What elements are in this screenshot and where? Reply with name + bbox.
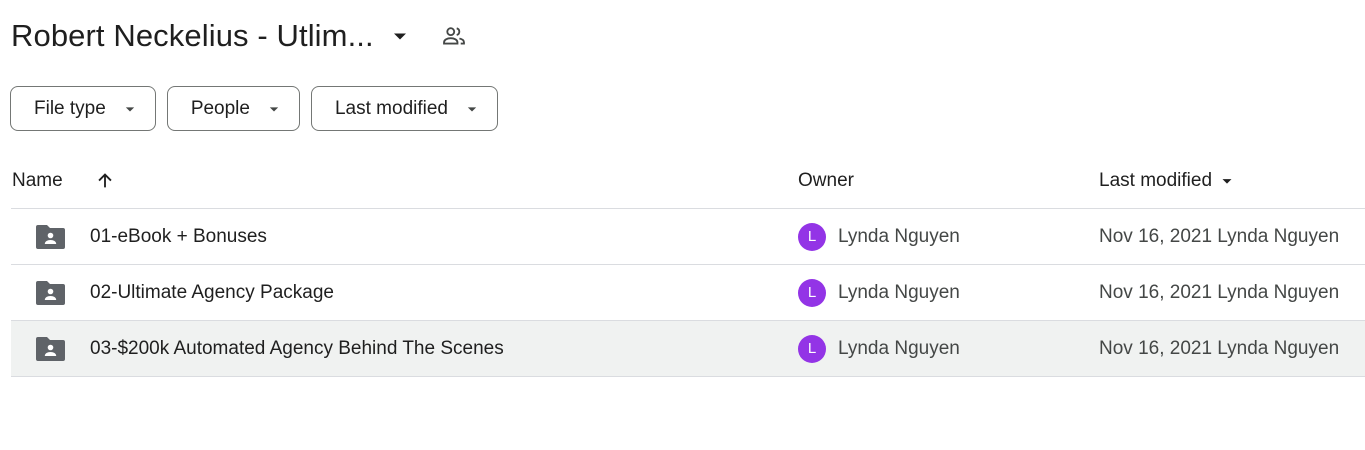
last-modified-filter[interactable]: Last modified	[310, 86, 498, 131]
last-modified-cell: Nov 16, 2021 Lynda Nguyen	[1099, 337, 1340, 359]
people-filter[interactable]: People	[166, 86, 300, 131]
people-filter-label: People	[190, 97, 250, 119]
owner-name: Lynda Nguyen	[838, 337, 960, 359]
file-type-filter-label: File type	[34, 97, 106, 119]
last-modified-column-header[interactable]: Last modified	[1099, 170, 1236, 192]
avatar: L	[798, 222, 826, 251]
last-modified-cell: Nov 16, 2021 Lynda Nguyen	[1099, 225, 1340, 247]
arrow-upward-icon[interactable]	[94, 170, 116, 192]
table-header: Name Owner Last modified	[11, 153, 1365, 209]
file-type-filter[interactable]: File type	[10, 86, 156, 131]
shared-folder-icon	[36, 225, 65, 249]
file-name: 03-$200k Automated Agency Behind The Sce…	[90, 337, 504, 359]
file-name: 02-Ultimate Agency Package	[90, 281, 334, 303]
avatar: L	[798, 278, 826, 307]
avatar: L	[798, 334, 826, 363]
last-modified-filter-label: Last modified	[334, 97, 448, 119]
table-row[interactable]: 01-eBook + Bonuses L Lynda Nguyen Nov 16…	[11, 209, 1365, 265]
people-icon[interactable]	[440, 22, 468, 50]
owner-name: Lynda Nguyen	[838, 281, 960, 303]
name-column-label: Name	[12, 169, 63, 191]
last-modified-column-label: Last modified	[1099, 169, 1213, 191]
arrow-drop-down-icon	[462, 99, 482, 119]
owner-cell: L Lynda Nguyen	[798, 334, 960, 363]
arrow-drop-down-icon	[264, 99, 284, 119]
owner-cell: L Lynda Nguyen	[798, 222, 960, 251]
folder-header: Robert Neckelius - Utlim...	[11, 14, 468, 58]
folder-title[interactable]: Robert Neckelius - Utlim...	[11, 18, 374, 54]
arrow-drop-down-icon	[1218, 172, 1236, 190]
arrow-drop-down-icon	[120, 99, 140, 119]
name-column-header[interactable]: Name	[12, 170, 116, 192]
filter-bar: File type People Last modified	[10, 86, 509, 131]
shared-folder-icon	[36, 281, 65, 305]
shared-folder-icon	[36, 337, 65, 361]
table-row[interactable]: 03-$200k Automated Agency Behind The Sce…	[11, 321, 1365, 377]
owner-name: Lynda Nguyen	[838, 225, 960, 247]
file-name: 01-eBook + Bonuses	[90, 225, 267, 247]
owner-cell: L Lynda Nguyen	[798, 278, 960, 307]
table-row[interactable]: 02-Ultimate Agency Package L Lynda Nguye…	[11, 265, 1365, 321]
arrow-drop-down-icon[interactable]	[388, 24, 412, 48]
last-modified-cell: Nov 16, 2021 Lynda Nguyen	[1099, 281, 1340, 303]
owner-column-header[interactable]: Owner	[798, 170, 854, 192]
file-list: Name Owner Last modified 01-eBook + Bonu…	[11, 153, 1365, 377]
